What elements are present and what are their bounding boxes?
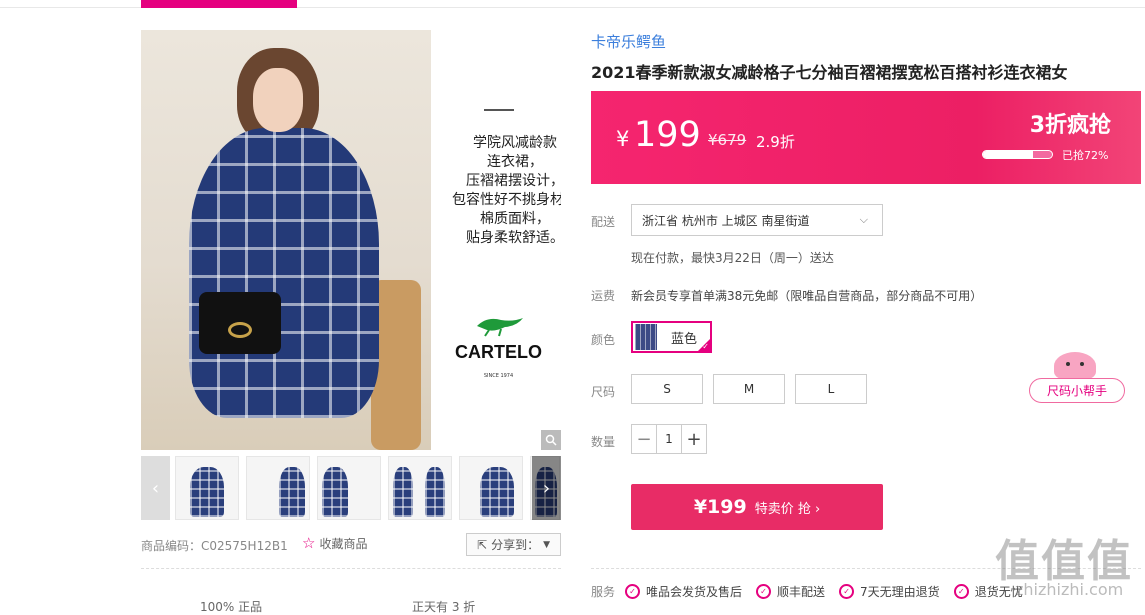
color-option-blue[interactable]: 蓝色 ✓ (631, 321, 712, 353)
thumbnail[interactable] (246, 456, 310, 520)
check-circle-icon: ✓ (756, 584, 772, 599)
size-helper-button[interactable]: 尺码小帮手 (1029, 378, 1125, 403)
price-banner: ¥ 199 ¥679 2.9折 3折疯抢 已抢72% (591, 91, 1141, 184)
delivery-time: 现在付款，最快3月22日（周一）送达 (631, 251, 834, 265)
star-icon: ☆ (302, 534, 316, 552)
crocodile-logo-icon (477, 318, 523, 337)
color-swatch (635, 324, 657, 350)
delivery-label: 配送 (591, 215, 616, 229)
bag-logo (228, 322, 252, 338)
currency-symbol: ¥ (616, 127, 630, 151)
image-copy: 学院风减龄款 连衣裙， 压褶裙摆设计， 包容性好不挑身材， 棉质面料， 贴身柔软… (429, 134, 561, 248)
product-title: 2021春季新款淑女减龄格子七分袖百褶裙摆宽松百搭衬衫连衣裙女 (591, 63, 1068, 82)
quantity-input[interactable]: 1 (656, 425, 682, 453)
magnifier-icon[interactable] (541, 430, 561, 450)
freight-label: 运费 (591, 289, 616, 303)
model-face (253, 68, 303, 132)
services-label: 服务 (591, 585, 616, 599)
copy-line: 学院风减龄款 (473, 135, 557, 151)
favorite-label: 收藏商品 (319, 536, 368, 551)
product-code: 商品编码：C02575H12B1 (141, 539, 288, 553)
thumbnail[interactable] (175, 456, 239, 520)
thumbnail[interactable] (459, 456, 523, 520)
color-label: 颜色 (591, 333, 616, 347)
sale-price: 199 (634, 115, 701, 155)
check-circle-icon: ✓ (953, 584, 969, 599)
brand-logo-text: CARTELO (455, 342, 542, 362)
mascot-icon (1054, 352, 1096, 380)
share-label: 分享到： (491, 538, 540, 552)
active-tab-indicator (141, 0, 297, 8)
thumbnail-strip: ‹ › (141, 455, 561, 520)
copy-line: 包容性好不挑身材， (452, 192, 561, 208)
service-text: 顺丰配送 (777, 585, 826, 599)
discount-rate: 2.9折 (756, 133, 795, 151)
quantity-label: 数量 (591, 435, 616, 449)
copy-line: 压褶裙摆设计， (466, 173, 561, 189)
chevron-down-icon: ▼ (543, 539, 550, 550)
size-option-l[interactable]: L (795, 374, 867, 404)
brand-since-text: SINCE 1974 (483, 373, 514, 379)
main-product-image[interactable]: 学院风减龄款 连衣裙， 压褶裙摆设计， 包容性好不挑身材， 棉质面料， 贴身柔软… (141, 30, 561, 450)
thumbnail[interactable] (317, 456, 381, 520)
services-row: 服务 ✓ 唯品会发货及售后 ✓ 顺丰配送 ✓ 7天无理由退货 ✓ 退货无忧 (591, 583, 1037, 600)
mascot-eye (1080, 362, 1084, 366)
service-text: 7天无理由退货 (860, 585, 940, 599)
buy-label: 特卖价 抢 › (754, 501, 821, 517)
favorite-button[interactable]: ☆ 收藏商品 (302, 534, 367, 552)
buy-button[interactable]: ¥199 特卖价 抢 › (631, 484, 883, 530)
check-icon: ✓ (702, 342, 709, 351)
address-select[interactable]: 浙江省 杭州市 上城区 南星街道 ⌵ (631, 204, 883, 236)
check-circle-icon: ✓ (839, 584, 855, 599)
original-price: ¥679 (708, 131, 747, 149)
thumb-next-button[interactable]: › (532, 456, 561, 520)
copy-line: 连衣裙， (487, 154, 543, 170)
thumb-prev-button[interactable]: ‹ (141, 456, 170, 520)
freight-text: 新会员专享首单满38元免邮（限唯品自营商品，部分商品不可用） (631, 289, 983, 303)
share-icon: ⇱ (477, 537, 488, 552)
copy-divider (484, 109, 514, 111)
chevron-down-icon: ⌵ (859, 213, 868, 226)
service-item: ✓ 7天无理由退货 (839, 583, 940, 600)
color-option-label: 蓝色 (671, 331, 698, 347)
size-option-m[interactable]: M (713, 374, 785, 404)
service-text: 唯品会发货及售后 (646, 585, 743, 599)
thumbnail[interactable] (388, 456, 452, 520)
sold-progress-bar (982, 150, 1053, 159)
watermark-url: zhizhizhi.com (1015, 580, 1124, 599)
service-item: ✓ 顺丰配送 (756, 583, 825, 600)
address-value: 浙江省 杭州市 上城区 南星街道 (642, 213, 810, 228)
buy-price: ¥199 (693, 496, 747, 518)
plaid-dress (189, 128, 379, 418)
gallery-divider (141, 568, 561, 569)
mascot-eye (1066, 362, 1070, 366)
copy-line: 棉质面料， (480, 211, 550, 227)
quantity-stepper: − 1 + (631, 424, 707, 454)
size-label: 尺码 (591, 385, 616, 399)
service-item: ✓ 唯品会发货及售后 (625, 583, 742, 600)
increment-button[interactable]: + (682, 425, 706, 453)
decrement-button[interactable]: − (632, 425, 656, 453)
copy-line: 贴身柔软舒适。 (466, 230, 561, 246)
model-photo (141, 30, 431, 450)
share-dropdown[interactable]: ⇱ 分享到： ▼ (466, 533, 561, 556)
brand-link[interactable]: 卡帝乐鳄鱼 (591, 31, 666, 52)
sold-percent-text: 已抢72% (1062, 149, 1109, 162)
promo-label: 3折疯抢 (1029, 113, 1111, 138)
check-circle-icon: ✓ (625, 584, 641, 599)
size-option-s[interactable]: S (631, 374, 703, 404)
